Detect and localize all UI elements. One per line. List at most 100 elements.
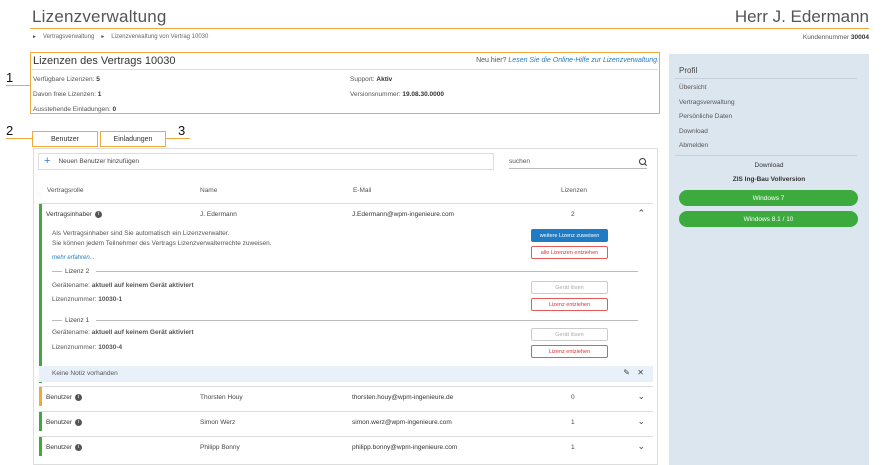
row-email: philipp.bonny@wpm-ingenieure.com xyxy=(352,444,458,451)
license-divider xyxy=(96,320,638,321)
note-text: Keine Notiz vorhanden xyxy=(52,370,118,377)
sidebar-divider xyxy=(675,78,857,79)
device-name: Gerätename: aktuell auf keinem Gerät akt… xyxy=(52,329,194,336)
annotation-line-1 xyxy=(6,85,30,86)
column-header-email: E-Mail xyxy=(353,187,372,194)
note-bar: Keine Notiz vorhanden ✎ ✕ xyxy=(39,366,653,382)
row-status-bar xyxy=(39,412,42,431)
pending-invitations: Ausstehende Einladungen: 0 xyxy=(33,106,117,113)
chevron-down-icon[interactable]: ⌄ xyxy=(637,391,645,402)
breadcrumb-arrow-icon: ► xyxy=(32,34,37,40)
license-divider xyxy=(96,271,638,272)
row-name: Simon Werz xyxy=(200,419,236,426)
plus-icon: + xyxy=(44,155,51,167)
add-user-label: Neuen Benutzer hinzufügen xyxy=(58,158,140,165)
device-name: Gerätename: aktuell auf keinem Gerät akt… xyxy=(52,282,194,289)
available-licenses: Verfügbare Lizenzen: 5 xyxy=(33,76,100,83)
license-heading: Lizenz 1 xyxy=(65,317,90,324)
more-info-link[interactable]: mehr erfahren... xyxy=(52,255,95,261)
customer-number: Kundennummer 30004 xyxy=(802,34,869,41)
row-email: thorsten.houy@wpm-ingenieure.de xyxy=(352,394,454,401)
license-heading: Lizenz 2 xyxy=(65,268,90,275)
version-number: Versionsnummer: 19.08.30.0000 xyxy=(350,91,444,98)
row-name: J. Edermann xyxy=(200,211,237,218)
assign-license-button[interactable]: weitere Lizenz zuweisen xyxy=(531,229,608,242)
product-name: ZIS Ing-Bau Vollversion xyxy=(732,176,806,183)
info-icon[interactable]: i xyxy=(75,444,83,451)
row-license-count: 1 xyxy=(571,419,575,426)
download-windows10-button[interactable]: Windows 8.1 / 10 xyxy=(679,211,858,227)
sidebar-divider xyxy=(675,155,857,156)
row-status-bar xyxy=(39,204,42,383)
sidebar-item-personal[interactable]: Persönliche Daten xyxy=(679,113,732,120)
sidebar-item-overview[interactable]: Übersicht xyxy=(679,84,706,91)
help-text: Neu hier? Lesen Sie die Online-Hilfe zur… xyxy=(476,57,659,64)
support-status: Support: Aktiv xyxy=(350,76,393,83)
sidebar-item-download[interactable]: Download xyxy=(679,128,708,135)
download-title: Download xyxy=(754,162,784,169)
column-header-role: Vertragsrolle xyxy=(47,187,84,194)
add-user-button[interactable]: + Neuen Benutzer hinzufügen xyxy=(38,153,494,170)
chevron-down-icon[interactable]: ⌄ xyxy=(637,441,645,452)
info-icon[interactable]: i xyxy=(75,394,83,401)
row-license-count: 1 xyxy=(571,444,575,451)
tab-users[interactable]: Benutzer xyxy=(32,131,98,147)
table-row[interactable]: Benutzer i Thorsten Houy thorsten.houy@wp… xyxy=(39,386,653,406)
row-role: Benutzer i xyxy=(46,394,83,401)
breadcrumb-item-contracts[interactable]: Vertragsverwaltung xyxy=(43,34,94,40)
annotation-line-3 xyxy=(166,138,190,139)
app-title: Lizenzverwaltung xyxy=(32,7,167,26)
header-divider xyxy=(30,28,869,29)
row-license-count: 0 xyxy=(571,394,575,401)
row-name: Philipp Bonny xyxy=(200,444,240,451)
license-divider xyxy=(32,69,658,70)
search-input[interactable]: suchen xyxy=(509,155,647,169)
annotation-line-2 xyxy=(6,138,32,139)
chevron-up-icon[interactable]: ⌃ xyxy=(637,208,645,219)
tab-invitations[interactable]: Einladungen xyxy=(100,131,166,147)
row-status-bar xyxy=(39,437,42,456)
license-divider xyxy=(52,320,62,321)
revoke-all-button[interactable]: alle Lizenzen entziehen xyxy=(531,246,608,259)
info-icon[interactable]: i xyxy=(75,419,83,426)
help-link[interactable]: Lesen Sie die Online-Hilfe zur Lizenzver… xyxy=(508,57,659,64)
close-icon[interactable]: ✕ xyxy=(637,368,644,377)
owner-info-line-2: Sie können jedem Teilnehmer des Vertrags… xyxy=(52,240,272,247)
column-header-name: Name xyxy=(200,187,218,194)
column-header-licenses: Lizenzen xyxy=(561,187,588,194)
revoke-license-button[interactable]: Lizenz entziehen xyxy=(531,345,608,358)
row-name: Thorsten Houy xyxy=(200,394,243,401)
owner-row[interactable]: Vertragsinhaber i J. Edermann J.Edermann@… xyxy=(39,203,653,383)
annotation-number-1: 1 xyxy=(6,70,14,85)
owner-info-line-1: Als Vertragsinhaber sind Sie automatisch… xyxy=(52,230,230,237)
edit-icon[interactable]: ✎ xyxy=(623,368,630,377)
row-email: simon.werz@wpm-ingenieure.com xyxy=(352,419,452,426)
sidebar-item-logout[interactable]: Abmelden xyxy=(679,142,708,149)
row-role: Benutzer i xyxy=(46,444,83,451)
license-title: Lizenzen des Vertrags 10030 xyxy=(33,55,176,67)
chevron-down-icon[interactable]: ⌄ xyxy=(637,416,645,427)
breadcrumb: ► Vertragsverwaltung ► Lizenzverwaltung … xyxy=(32,34,208,40)
release-device-button[interactable]: Gerät lösen xyxy=(531,328,608,341)
sidebar-item-contracts[interactable]: Vertragsverwaltung xyxy=(679,99,735,106)
breadcrumb-item-current: Lizenzverwaltung von Vertrag 10030 xyxy=(111,34,209,40)
annotation-number-3: 3 xyxy=(178,123,186,138)
revoke-license-button[interactable]: Lizenz entziehen xyxy=(531,298,608,311)
row-status-bar xyxy=(39,387,42,406)
download-windows7-button[interactable]: Windows 7 xyxy=(679,190,858,206)
sidebar-title: Profil xyxy=(679,66,698,75)
free-licenses: Davon freie Lizenzen: 1 xyxy=(33,91,102,98)
annotation-number-2: 2 xyxy=(6,123,14,138)
search-placeholder: suchen xyxy=(509,158,530,165)
table-row[interactable]: Benutzer i Simon Werz simon.werz@wpm-inge… xyxy=(39,411,653,431)
row-license-count: 2 xyxy=(571,211,575,218)
info-icon[interactable]: i xyxy=(94,211,102,218)
release-device-button[interactable]: Gerät lösen xyxy=(531,281,608,294)
table-row[interactable]: Benutzer i Philipp Bonny philipp.bonny@wp… xyxy=(39,436,653,456)
license-divider xyxy=(52,271,62,272)
user-name: Herr J. Edermann xyxy=(734,7,869,26)
search-icon[interactable] xyxy=(639,157,647,166)
row-role: Vertragsinhaber i xyxy=(46,211,102,218)
row-role: Benutzer i xyxy=(46,419,83,426)
breadcrumb-arrow-icon: ► xyxy=(100,34,106,40)
